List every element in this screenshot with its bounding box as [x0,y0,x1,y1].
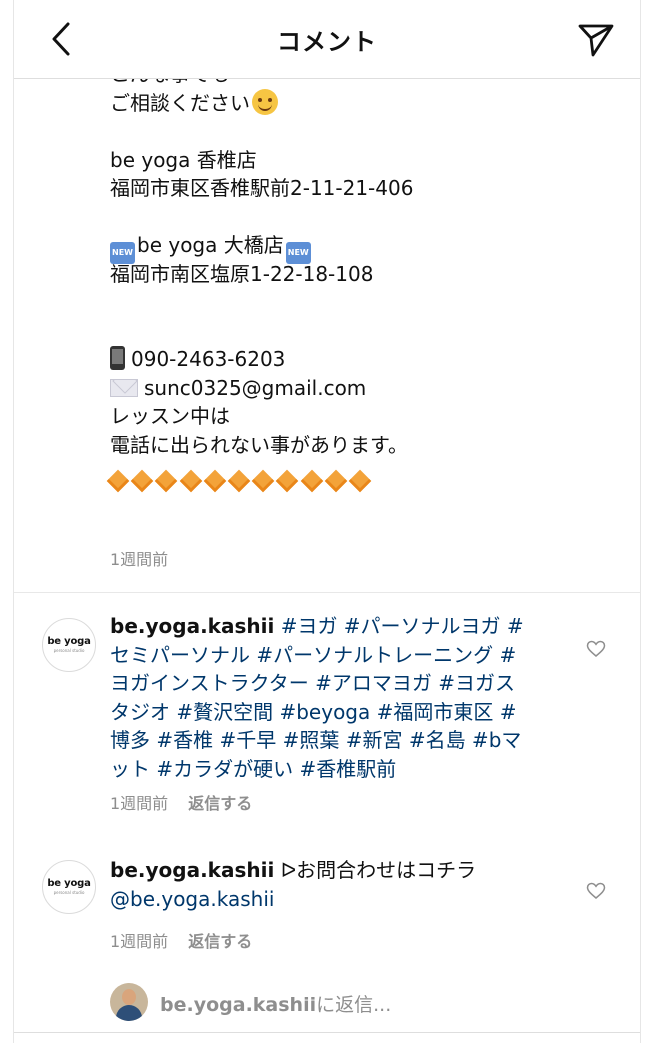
orange-diamond-icon [130,469,154,493]
orange-diamond-icon [203,469,227,493]
caption-line: 福岡市東区香椎駅前2-11-21-406 [110,176,414,200]
comment-timestamp: 1週間前 [110,794,169,813]
caption-line [110,117,610,146]
comment-meta: 1週間前 返信する [110,928,252,952]
envelope-icon [110,378,138,397]
comment-text: be.yoga.kashii #ヨガ #パーソナルヨガ # セミパーソナル #パ… [110,612,555,784]
comment-username[interactable]: be.yoga.kashii [110,614,274,638]
orange-diamond-icon [275,469,299,493]
hashtag-link[interactable]: 博多 #香椎 #千早 #照葉 #新宮 #名島 #bマ [110,726,555,755]
comment-text: be.yoga.kashii ᐅお問合わせはコチラ @be.yoga.kashi… [110,856,555,913]
caption-line: 電話に出られない事があります。 [110,432,408,457]
reply-button[interactable]: 返信する [188,794,252,813]
reply-button[interactable]: 返信する [188,932,252,951]
caption-timestamp: 1週間前 [110,550,169,569]
avatar [110,983,148,1021]
comment-meta: 1週間前 返信する [110,790,252,814]
divider [14,1032,640,1033]
reply-input-bar[interactable]: be.yoga.kashiiに返信... [14,968,640,1038]
caption-line: be yoga 香椎店 [110,147,257,172]
reply-input-placeholder[interactable]: be.yoga.kashiiに返信... [160,990,391,1017]
smile-emoji-icon [252,88,278,115]
caption-line: 福岡市南区塩原1-22-18-108 [110,261,374,286]
header: コメント [14,0,640,79]
divider [14,592,640,593]
orange-diamond-icon [227,469,251,493]
caption-line: レッスン中は [110,404,230,428]
page-title: コメント [277,28,377,56]
orange-diamond-icon [179,469,202,493]
orange-diamond-icon [324,469,348,493]
hashtag-link[interactable]: セミパーソナル #パーソナルトレーニング # [110,641,555,670]
mobile-phone-icon [110,346,125,370]
orange-diamond-icon [155,469,178,493]
caption-line [110,288,610,317]
caption-text: こんな事でも ご相談ください be yoga 香椎店 福岡市東区香椎駅前2-11… [106,60,610,495]
hashtag-link[interactable]: ット #カラダが硬い #香椎駅前 [110,755,555,784]
hashtag-link[interactable]: ヨガインストラクター #アロマヨガ #ヨガス [110,669,555,698]
orange-diamond-icon [348,469,372,493]
caption-line: sunc0325@gmail.com [110,374,610,403]
caption-line: ご相談ください [110,88,610,118]
comment-timestamp: 1週間前 [110,932,169,951]
orange-diamond-icon [106,469,130,493]
heart-icon[interactable] [586,882,606,900]
caption-line [110,317,610,346]
comments-screen: コメント こんな事でも ご相談ください be yoga 香椎店 福岡市東区香椎駅… [13,0,641,1043]
mention-link[interactable]: @be.yoga.kashii [110,885,555,914]
avatar[interactable]: be yoga personal studio [42,860,96,914]
avatar[interactable]: be yoga personal studio [42,618,96,672]
orange-diamond-icon [251,469,275,493]
comment-line: be.yoga.kashii ᐅお問合わせはコチラ [110,858,477,882]
orange-diamond-icon [300,469,323,493]
comment-line: be.yoga.kashii #ヨガ #パーソナルヨガ # [110,612,555,641]
hashtag-link[interactable]: #ヨガ #パーソナルヨガ # [281,614,524,638]
comment-username[interactable]: be.yoga.kashii [110,858,274,882]
caption-line [110,203,610,232]
heart-icon[interactable] [586,640,606,658]
send-icon[interactable] [576,20,616,60]
hashtag-link[interactable]: タジオ #贅沢空間 #beyoga #福岡市東区 # [110,698,555,727]
diamond-row [106,467,610,495]
caption-line: 090-2463-6203 [110,345,610,374]
caption-line: NEW be yoga 大橋店 NEW [110,231,610,264]
